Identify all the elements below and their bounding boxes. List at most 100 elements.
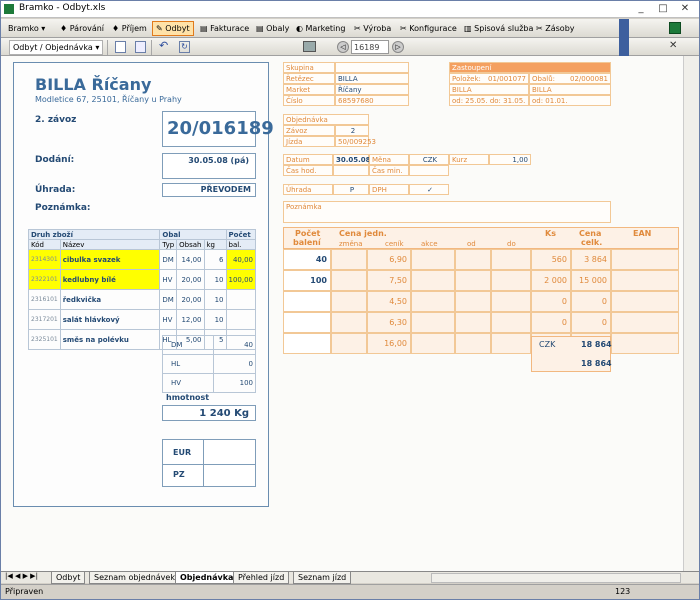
total-row: HL 0 [161, 354, 256, 374]
goods-row[interactable]: 2317201 salát hlávkový HV 12,00 10 [28, 309, 256, 330]
horizontal-scrollbar[interactable] [431, 573, 681, 583]
price-cell[interactable] [283, 291, 331, 312]
price-cell [611, 249, 679, 270]
zast-billa-1: BILLA [449, 84, 529, 95]
print-icon[interactable] [303, 41, 316, 52]
total-t: HV [161, 373, 215, 393]
tab-0[interactable]: Odbyt [51, 572, 86, 584]
menu-zasoby[interactable]: ✂ Zásoby [533, 21, 578, 36]
maximize-button[interactable]: □ [653, 2, 673, 16]
col-obsah: Obsah [176, 239, 205, 250]
goods-cell-obsah: 20,00 [176, 269, 205, 290]
h-pocet: Počet [295, 229, 321, 238]
minimize-button[interactable]: _ [631, 2, 651, 16]
price-cell: 0 [531, 291, 571, 312]
megaphone-icon: ◐ [296, 24, 303, 33]
price-cell[interactable] [283, 333, 331, 354]
tab-2[interactable]: Objednávka [175, 572, 239, 584]
zavoz-value: 2 [335, 125, 369, 136]
customer-panel: BILLA Říčany Modletice 67, 25101, Říčany… [13, 62, 274, 507]
price-cell [411, 270, 455, 291]
price-cell: 560 [531, 249, 571, 270]
new-record-icon[interactable] [115, 41, 126, 53]
menu-vyroba[interactable]: ✂ Výroba [351, 21, 394, 36]
kurz-value[interactable]: 1,00 [489, 154, 531, 165]
price-cell [331, 312, 367, 333]
price-cell[interactable]: 40 [283, 249, 331, 270]
price-cell: 2 000 [531, 270, 571, 291]
h-od: od [467, 240, 476, 248]
menu-odbyt[interactable]: ✎ Odbyt [152, 21, 194, 36]
h-cena: Cena [579, 229, 602, 238]
record-toolbar: Odbyt / Objednávka ▾ ↶ ↻ ◁ ▷ ✕ [1, 38, 699, 56]
uhrada-value-r[interactable]: P [333, 184, 369, 195]
price-cell [491, 291, 531, 312]
dph-label: DPH [369, 184, 409, 195]
poznamka-field[interactable]: Poznámka [283, 201, 611, 223]
toolbar-options-handle[interactable] [619, 19, 629, 38]
dph-checkbox[interactable]: ✓ [409, 184, 449, 195]
goods-cell-nazev: kedlubny bílé [59, 269, 161, 290]
tab-nav-arrows[interactable]: |◀ ◀ ▶ ▶| [5, 572, 38, 580]
menu-spisova[interactable]: ▥ Spisová služba [461, 21, 536, 36]
menu-bramko[interactable]: Bramko ▾ [5, 21, 48, 36]
zastoupeni-header: Zastoupení [449, 62, 611, 73]
menu-obaly[interactable]: ▤ Obaly [253, 21, 292, 36]
refresh-icon[interactable]: ↻ [179, 41, 190, 53]
menu-konfigurace[interactable]: ✂ Konfigurace [397, 21, 460, 36]
totals-table: DM 40 HL 0 HV 100 [161, 335, 256, 393]
excel-icon[interactable] [669, 22, 681, 34]
sum-total-1: 18 864 [581, 340, 612, 349]
vertical-scrollbar[interactable] [683, 56, 699, 571]
goods-cell-kod: 2317201 [28, 309, 61, 330]
uhrada-label: Úhrada: [35, 185, 76, 195]
zast-billa-2: BILLA [529, 84, 611, 95]
prev-record-button[interactable]: ◁ [337, 41, 349, 53]
zast-period-2: od: 01.01. [529, 95, 611, 106]
close-workbook-icon[interactable]: ✕ [669, 40, 677, 51]
goods-cell-kod: 2316101 [28, 289, 61, 310]
price-cell [411, 249, 455, 270]
price-cell: 0 [571, 291, 611, 312]
app-icon [4, 4, 14, 14]
price-cell [455, 270, 491, 291]
toolbar-options-handle-2[interactable] [619, 38, 629, 56]
goods-row[interactable]: 2314301 cibulka svazek DM 14,00 6 40,00 [28, 249, 256, 270]
goods-row[interactable]: 2322101 kedlubny bílé HV 20,00 10 100,00 [28, 269, 256, 290]
copy-record-icon[interactable] [135, 41, 146, 53]
goods-cell-nazev: směs na polévku [59, 329, 161, 350]
goods-cell-kg: 10 [203, 269, 227, 290]
menu-fakturace[interactable]: ▤ Fakturace [197, 21, 252, 36]
goods-cell-kod: 2325101 [28, 329, 61, 350]
h-ks: Ks [545, 229, 556, 238]
record-number-input[interactable] [351, 40, 389, 54]
col-druh: Druh zboží [27, 229, 161, 240]
datum-value[interactable]: 30.05.08 [333, 154, 371, 165]
total-t: HL [161, 354, 215, 374]
zavoz-label-r: Závoz [283, 125, 335, 136]
mena-value[interactable]: CZK [409, 154, 449, 165]
menu-prijem[interactable]: ♦ Příjem [109, 21, 150, 36]
currency-box: EUR PZ [162, 439, 256, 487]
close-button[interactable]: ✕ [675, 2, 695, 16]
view-dropdown[interactable]: Odbyt / Objednávka ▾ [9, 40, 104, 55]
next-record-button[interactable]: ▷ [392, 41, 404, 53]
undo-icon[interactable]: ↶ [159, 39, 168, 52]
market-value: Říčany [335, 84, 409, 95]
col-pocet: Počet [225, 229, 256, 240]
h-zmena: změna [339, 240, 363, 248]
col-obal: Obal [159, 229, 227, 240]
price-cell[interactable] [283, 312, 331, 333]
tab-1[interactable]: Seznam objednávek [89, 572, 180, 584]
cashod-value[interactable] [333, 165, 369, 176]
tab-3[interactable]: Přehled jízd [233, 572, 290, 584]
menu-parovani[interactable]: ♦ Párování [57, 21, 107, 36]
tab-4[interactable]: Seznam jízd [293, 572, 352, 584]
goods-row[interactable]: 2316101 ředkvička DM 20,00 10 [28, 289, 256, 310]
price-cell: 6,90 [367, 249, 411, 270]
price-cell [611, 312, 679, 333]
casmin-value[interactable] [409, 165, 449, 176]
menu-marketing[interactable]: ◐ Marketing [293, 21, 348, 36]
price-cell[interactable]: 100 [283, 270, 331, 291]
goods-cell-typ: HV [159, 269, 178, 290]
